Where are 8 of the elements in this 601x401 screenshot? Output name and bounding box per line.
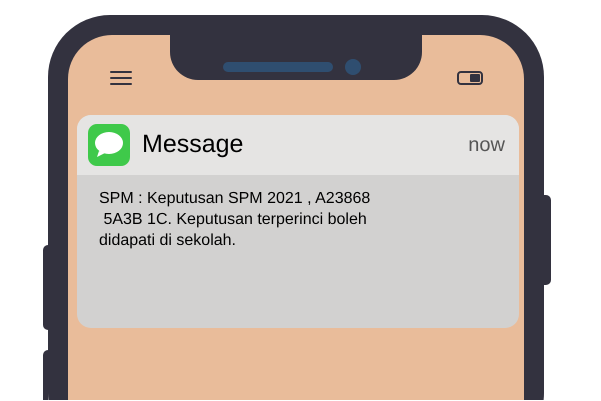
menu-icon[interactable] <box>110 70 132 86</box>
notification-time: now <box>468 133 506 158</box>
speaker-icon <box>223 62 333 72</box>
app-name: Message <box>142 129 244 160</box>
notification-card[interactable]: Message now SPM : Keputusan SPM 2021 , A23868 5A3B 1C. Keputusan terperinci boleh didapati di sekolah. <box>77 115 519 328</box>
notification-message: SPM : Keputusan SPM 2021 , A23868 5A3B 1C. Keputusan terperinci boleh didapati di sekolah. <box>98 189 372 251</box>
speech-bubble-icon <box>88 124 130 166</box>
battery-icon <box>457 71 483 85</box>
